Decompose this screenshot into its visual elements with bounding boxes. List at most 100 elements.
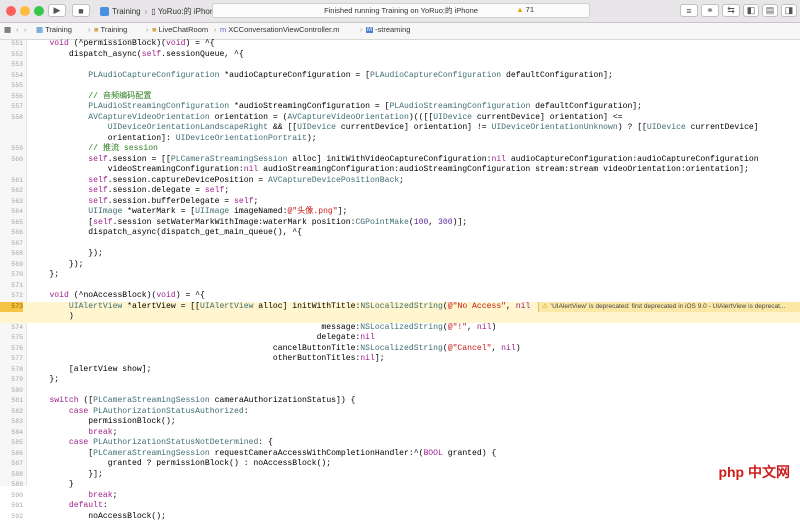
- breadcrumb-project[interactable]: ▦Training: [36, 25, 72, 34]
- code-line[interactable]: 560 self.session = [[PLCameraStreamingSe…: [0, 155, 800, 166]
- code-text: [alertView show];: [30, 365, 151, 376]
- line-number: 588: [0, 470, 23, 481]
- code-line[interactable]: 564 UIImage *waterMark = [UIImage imageN…: [0, 207, 800, 218]
- code-line[interactable]: 586 [PLCameraStreamingSession requestCam…: [0, 449, 800, 460]
- navigator-toggle[interactable]: ◧: [743, 4, 759, 17]
- utilities-toggle[interactable]: ◨: [781, 4, 797, 17]
- line-number: 573: [0, 302, 23, 313]
- line-number: 586: [0, 449, 23, 460]
- code-line[interactable]: 572 void (^noAccessBlock)(void) = ^{: [0, 291, 800, 302]
- code-text: UIAlertView *alertView = [[UIAlertView a…: [30, 302, 530, 313]
- code-line[interactable]: 558 AVCaptureVideoOrientation orientatio…: [0, 113, 800, 124]
- code-line[interactable]: 587 granted ? permissionBlock() : noAcce…: [0, 459, 800, 470]
- code-text: cancelButtonTitle:NSLocalizedString(@"Ca…: [30, 344, 521, 355]
- code-line[interactable]: 553: [0, 60, 800, 71]
- code-line[interactable]: 562 self.session.delegate = self;: [0, 186, 800, 197]
- code-line[interactable]: 582 case PLAuthorizationStatusAuthorized…: [0, 407, 800, 418]
- code-line[interactable]: 591 default:: [0, 501, 800, 512]
- line-number: 581: [0, 396, 23, 407]
- deprecation-warning-bubble[interactable]: ⚠'UIAlertView' is deprecated: first depr…: [538, 302, 800, 313]
- line-number: 558: [0, 113, 23, 124]
- code-text: default:: [30, 501, 108, 512]
- code-line[interactable]: 583 permissionBlock();: [0, 417, 800, 428]
- code-line[interactable]: ): [0, 312, 800, 323]
- standard-editor-button[interactable]: ≡: [680, 4, 698, 17]
- code-line[interactable]: 570 };: [0, 270, 800, 281]
- code-line[interactable]: 557 PLAudioStreamingConfiguration *audio…: [0, 102, 800, 113]
- code-line[interactable]: 552 dispatch_async(self.sessionQueue, ^{: [0, 50, 800, 61]
- code-text: case PLAuthorizationStatusAuthorized:: [30, 407, 249, 418]
- line-number: 556: [0, 92, 23, 103]
- code-line[interactable]: 571: [0, 281, 800, 292]
- code-line[interactable]: 565 [self.session setWaterMarkWithImage:…: [0, 218, 800, 229]
- lines-icon: ≡: [686, 6, 691, 16]
- code-text: videoStreamingConfiguration:nil audioStr…: [30, 165, 749, 176]
- code-line[interactable]: 580: [0, 386, 800, 397]
- code-text: UIImage *waterMark = [UIImage imageNamed…: [30, 207, 347, 218]
- code-line[interactable]: 577 otherButtonTitles:nil];: [0, 354, 800, 365]
- line-number: 585: [0, 438, 23, 449]
- code-line[interactable]: 555: [0, 81, 800, 92]
- run-button[interactable]: ▶: [48, 4, 66, 17]
- code-line[interactable]: 561 self.session.captureDevicePosition =…: [0, 176, 800, 187]
- code-line[interactable]: 568 });: [0, 249, 800, 260]
- code-line[interactable]: 585 case PLAuthorizationStatusNotDetermi…: [0, 438, 800, 449]
- code-line[interactable]: 575 delegate:nil: [0, 333, 800, 344]
- method-icon: M: [366, 27, 373, 33]
- code-text: dispatch_async(self.sessionQueue, ^{: [30, 50, 244, 61]
- code-line[interactable]: 554 PLAudioCaptureConfiguration *audioCa…: [0, 71, 800, 82]
- code-line[interactable]: 574 message:NSLocalizedString(@"!", nil): [0, 323, 800, 334]
- code-line[interactable]: 578 [alertView show];: [0, 365, 800, 376]
- line-number: 584: [0, 428, 23, 439]
- watermark-logo: php 中文网: [716, 462, 792, 482]
- breadcrumb-file[interactable]: mXCConversationViewController.m: [220, 25, 339, 34]
- scheme-selector[interactable]: Training › ▯ YoRuo:的 iPhone: [100, 4, 219, 18]
- code-line[interactable]: 573 UIAlertView *alertView = [[UIAlertVi…: [0, 302, 800, 313]
- close-window-button[interactable]: [6, 6, 16, 16]
- code-line[interactable]: 563 self.session.bufferDelegate = self;: [0, 197, 800, 208]
- source-editor[interactable]: 551 void (^permissionBlock)(void) = ^{55…: [0, 40, 800, 486]
- breadcrumb-folder[interactable]: ■LiveChatRoom: [152, 25, 208, 34]
- code-text: case PLAuthorizationStatusNotDetermined:…: [30, 438, 273, 449]
- chevron-right-icon: ›: [145, 7, 148, 16]
- zoom-window-button[interactable]: [34, 6, 44, 16]
- code-text: }];: [30, 470, 103, 481]
- warning-count-badge[interactable]: ▲ 71: [516, 5, 534, 14]
- code-line[interactable]: 588 }];: [0, 470, 800, 481]
- warning-icon: ▲: [516, 5, 523, 14]
- version-editor-button[interactable]: ⇆: [722, 4, 740, 17]
- code-text: message:NSLocalizedString(@"!", nil): [30, 323, 496, 334]
- code-line[interactable]: 559 // 推流 session: [0, 144, 800, 155]
- stop-button[interactable]: ■: [72, 4, 90, 17]
- code-line[interactable]: orientation]: UIDeviceOrientationPortrai…: [0, 134, 800, 145]
- objc-file-icon: m: [220, 25, 226, 34]
- back-arrow-icon[interactable]: ‹: [16, 25, 19, 34]
- code-line[interactable]: 566 dispatch_async(dispatch_get_main_que…: [0, 228, 800, 239]
- breadcrumb-group[interactable]: ■Training: [94, 25, 127, 34]
- code-text: self.session = [[PLCameraStreamingSessio…: [30, 155, 759, 166]
- code-line[interactable]: 590 break;: [0, 491, 800, 502]
- code-line[interactable]: 584 break;: [0, 428, 800, 439]
- code-text: };: [30, 375, 59, 386]
- code-line[interactable]: 592 noAccessBlock();: [0, 512, 800, 522]
- breadcrumb-method[interactable]: M-streaming: [366, 25, 410, 34]
- code-line[interactable]: 567: [0, 239, 800, 250]
- code-text: };: [30, 270, 59, 281]
- code-line[interactable]: 556 // 音频编码配置: [0, 92, 800, 103]
- code-line[interactable]: 576 cancelButtonTitle:NSLocalizedString(…: [0, 344, 800, 355]
- code-line[interactable]: UIDeviceOrientationLandscapeRight && [[U…: [0, 123, 800, 134]
- code-text: void (^permissionBlock)(void) = ^{: [30, 39, 215, 50]
- code-line[interactable]: videoStreamingConfiguration:nil audioStr…: [0, 165, 800, 176]
- code-line[interactable]: 589 }: [0, 480, 800, 491]
- code-line[interactable]: 579 };: [0, 375, 800, 386]
- debug-area-toggle[interactable]: ▤: [762, 4, 778, 17]
- code-line[interactable]: 551 void (^permissionBlock)(void) = ^{: [0, 39, 800, 50]
- forward-arrow-icon[interactable]: ›: [24, 25, 27, 34]
- related-items-icon[interactable]: ▦: [4, 25, 11, 34]
- minimize-window-button[interactable]: [20, 6, 30, 16]
- assistant-editor-button[interactable]: ⚭: [701, 4, 719, 17]
- code-text: [self.session setWaterMarkWithImage:wate…: [30, 218, 467, 229]
- code-line[interactable]: 569 });: [0, 260, 800, 271]
- code-line[interactable]: 581 switch ([PLCameraStreamingSession ca…: [0, 396, 800, 407]
- line-number: 563: [0, 197, 23, 208]
